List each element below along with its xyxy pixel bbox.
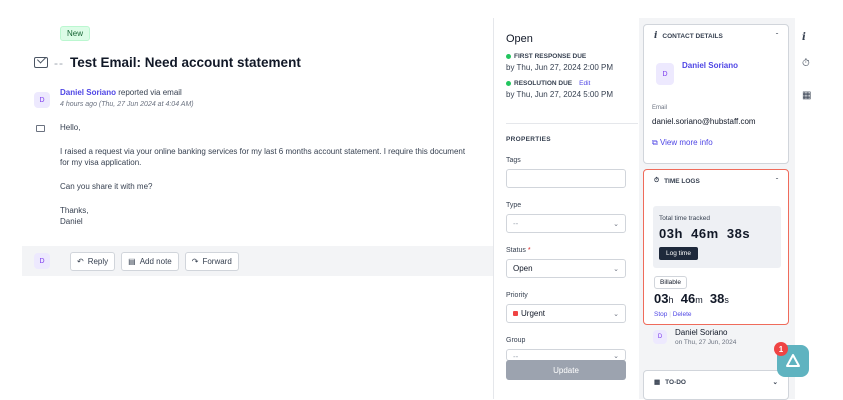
email-body: Hello, I raised a request via your onlin…: [60, 122, 470, 240]
reply-icon: ↶: [77, 256, 84, 266]
body-paragraph: I raised a request via your online banki…: [60, 147, 466, 167]
contact-heading: CONTACT DETAILS: [662, 32, 723, 40]
billable-time-value: 03h 46m 38s: [654, 291, 729, 306]
status-label: Status *: [506, 247, 531, 254]
separator: --: [54, 55, 64, 70]
edit-resolution-link[interactable]: Edit: [579, 80, 590, 87]
stop-link[interactable]: Stop: [654, 311, 667, 318]
todo-header[interactable]: ▦ TO-DO ⌄: [644, 371, 788, 393]
todo-heading: TO-DO: [665, 378, 686, 386]
group-label: Group: [506, 337, 526, 344]
status-dot-icon: [506, 54, 511, 59]
log-time-button[interactable]: Log time: [659, 247, 698, 260]
chevron-up-icon[interactable]: ˆ: [776, 178, 778, 185]
properties-heading: PROPERTIES: [506, 123, 638, 143]
body-signoff: Thanks, Daniel: [60, 206, 89, 226]
icon-rail: i ⏱ ▦: [795, 18, 821, 399]
status-select[interactable]: Open ⌄: [506, 259, 626, 278]
avatar: D: [34, 253, 50, 269]
message-icon: [36, 125, 45, 132]
reporter-info: D Daniel Soriano reported via email 4 ho…: [34, 88, 194, 108]
sidebar-apps: i CONTACT DETAILS ˆ D Daniel Soriano Emai…: [639, 18, 795, 400]
tags-label: Tags: [506, 157, 521, 164]
delete-link[interactable]: Delete: [673, 311, 692, 318]
ticket-subject: Test Email: Need account statement: [70, 55, 301, 70]
note-icon: ▤: [128, 256, 136, 266]
add-note-button[interactable]: ▤ Add note: [121, 251, 179, 271]
chevron-down-icon[interactable]: ⌄: [773, 378, 778, 386]
update-button[interactable]: Update: [506, 360, 626, 380]
total-time-label: Total time tracked: [659, 215, 710, 222]
reporter-name-link[interactable]: Daniel Soriano: [60, 88, 116, 97]
contact-email: daniel.soriano@hubstaff.com: [652, 117, 756, 126]
stopwatch-icon: ⏱: [654, 177, 660, 184]
status-panel: Open FIRST RESPONSE DUE by Thu, Jun 27, …: [493, 18, 639, 399]
resolution-due: RESOLUTION DUE Edit: [506, 80, 639, 87]
chevron-down-icon: ⌄: [613, 353, 619, 360]
forward-label: Forward: [202, 256, 232, 266]
calendar-icon: ▦: [654, 379, 661, 386]
todo-card: ▦ TO-DO ⌄: [643, 370, 789, 400]
notification-badge: 1: [774, 342, 788, 356]
contact-name-link[interactable]: Daniel Soriano: [682, 61, 738, 70]
chevron-down-icon: ⌄: [613, 220, 619, 228]
entry-name: Daniel Soriano: [675, 328, 728, 337]
first-response-label: FIRST RESPONSE DUE: [514, 53, 587, 60]
time-logs-heading: TIME LOGS: [664, 177, 700, 185]
email-label: Email: [652, 105, 668, 111]
type-value: --: [513, 219, 519, 228]
time-log-entry: D Daniel Soriano on Thu, 27 Jun, 2024: [653, 328, 736, 346]
calendar-icon[interactable]: ▦: [802, 90, 811, 101]
reply-button[interactable]: ↶ Reply: [70, 251, 116, 271]
chevron-up-icon[interactable]: ˆ: [776, 33, 778, 40]
chevron-down-icon: ⌄: [613, 310, 619, 318]
tags-input[interactable]: [506, 169, 626, 188]
add-note-label: Add note: [139, 256, 172, 266]
type-select[interactable]: -- ⌄: [506, 214, 626, 233]
priority-label: Priority: [506, 292, 528, 299]
avatar: D: [34, 92, 50, 108]
reporter-action: reported via email: [116, 88, 182, 97]
chevron-down-icon: ⌄: [613, 265, 619, 273]
reply-bar: D ↶ Reply ▤ Add note ↷ Forward: [22, 246, 493, 276]
subject-row: -- Test Email: Need account statement: [34, 55, 301, 70]
time-logs-card: ⏱ TIME LOGS ˆ Total time tracked 03h 46m …: [643, 169, 789, 325]
reported-time: 4 hours ago (Thu, 27 Jun 2024 at 4:04 AM…: [60, 101, 194, 108]
total-time-value: 03h 46m 38s: [659, 226, 751, 241]
body-question: Can you share it with me?: [60, 182, 153, 191]
resolution-label: RESOLUTION DUE: [514, 80, 573, 87]
first-response-value: by Thu, Jun 27, 2024 2:00 PM: [506, 63, 614, 72]
first-response-due: FIRST RESPONSE DUE: [506, 53, 639, 60]
triangle-logo-icon: [786, 354, 800, 367]
view-more-link[interactable]: ⧉ View more info: [652, 138, 713, 148]
forward-icon: ↷: [191, 256, 199, 266]
time-logs-header[interactable]: ⏱ TIME LOGS ˆ: [644, 170, 788, 192]
forward-button[interactable]: ↷ Forward: [184, 251, 239, 271]
urgent-icon: [513, 311, 518, 316]
status-dot-icon: [506, 81, 511, 86]
avatar: D: [653, 330, 667, 344]
body-greeting: Hello,: [60, 123, 81, 132]
stopwatch-icon[interactable]: ⏱: [802, 58, 810, 69]
status-value: Open: [513, 264, 533, 273]
reply-label: Reply: [87, 256, 109, 266]
total-time-box: Total time tracked 03h 46m 38s Log time: [653, 206, 781, 268]
mail-icon: [34, 57, 48, 68]
type-label: Type: [506, 202, 522, 209]
ticket-view: New -- Test Email: Need account statemen…: [0, 0, 493, 399]
info-icon[interactable]: i: [802, 32, 806, 43]
billable-actions: Stop | Delete: [654, 311, 692, 318]
entry-date: on Thu, 27 Jun, 2024: [675, 339, 737, 346]
info-icon: i: [654, 31, 658, 41]
new-badge: New: [60, 26, 91, 41]
priority-select[interactable]: Urgent ⌄: [506, 304, 626, 323]
ticket-status: Open: [506, 33, 533, 45]
contact-details-card: i CONTACT DETAILS ˆ D Daniel Soriano Emai…: [643, 24, 789, 164]
priority-value: Urgent: [521, 309, 546, 318]
billable-badge: Billable: [654, 276, 687, 289]
resolution-value: by Thu, Jun 27, 2024 5:00 PM: [506, 90, 614, 99]
external-link-icon: ⧉: [652, 138, 658, 147]
contact-header[interactable]: i CONTACT DETAILS ˆ: [644, 25, 788, 47]
avatar: D: [656, 63, 674, 85]
